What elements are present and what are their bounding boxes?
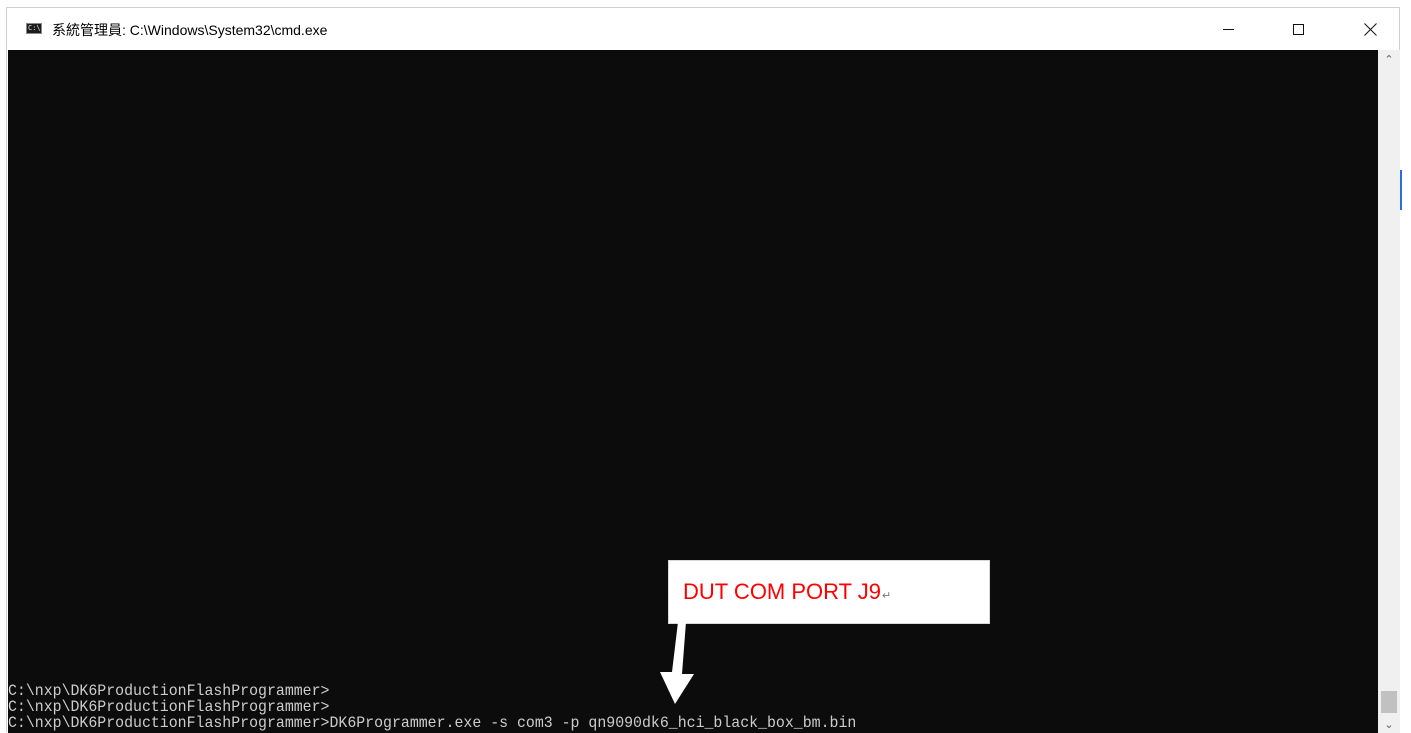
annotation-label: DUT COM PORT J9↵: [683, 579, 891, 605]
chevron-up-icon: ⌃: [1384, 53, 1394, 66]
close-icon: [1363, 22, 1378, 37]
console-line: C:\nxp\DK6ProductionFlashProgrammer>DK6P…: [8, 714, 857, 732]
scroll-thumb[interactable]: [1381, 691, 1397, 713]
return-mark-icon: ↵: [882, 590, 892, 602]
console-line: C:\nxp\DK6ProductionFlashProgrammer>: [8, 698, 330, 716]
cmd-console-icon: C:\: [26, 23, 42, 34]
maximize-button[interactable]: [1269, 8, 1327, 50]
close-button[interactable]: [1341, 8, 1399, 50]
minimize-button[interactable]: [1199, 8, 1257, 50]
title-bar[interactable]: C:\ 系統管理員: C:\Windows\System32\cmd.exe: [7, 8, 1399, 50]
vertical-scrollbar[interactable]: ⌃ ⌄: [1378, 50, 1400, 733]
minimize-icon: [1222, 28, 1234, 30]
annotation-label-text: DUT COM PORT J9: [683, 579, 882, 604]
scroll-up-button[interactable]: ⌃: [1378, 50, 1400, 68]
annotation-arrow-icon: [660, 622, 694, 704]
console-lines: C:\nxp\DK6ProductionFlashProgrammer> C:\…: [8, 683, 1282, 731]
annotation-arrow-shape: [660, 622, 694, 704]
maximize-icon: [1292, 23, 1304, 35]
chevron-down-icon: ⌄: [1384, 718, 1394, 731]
console-line: C:\nxp\DK6ProductionFlashProgrammer>: [8, 682, 330, 700]
window-title: 系統管理員: C:\Windows\System32\cmd.exe: [52, 22, 328, 38]
scroll-down-button[interactable]: ⌄: [1378, 715, 1400, 733]
window-edge-accent: [1400, 170, 1402, 210]
annotation-callout: DUT COM PORT J9↵: [668, 560, 990, 624]
